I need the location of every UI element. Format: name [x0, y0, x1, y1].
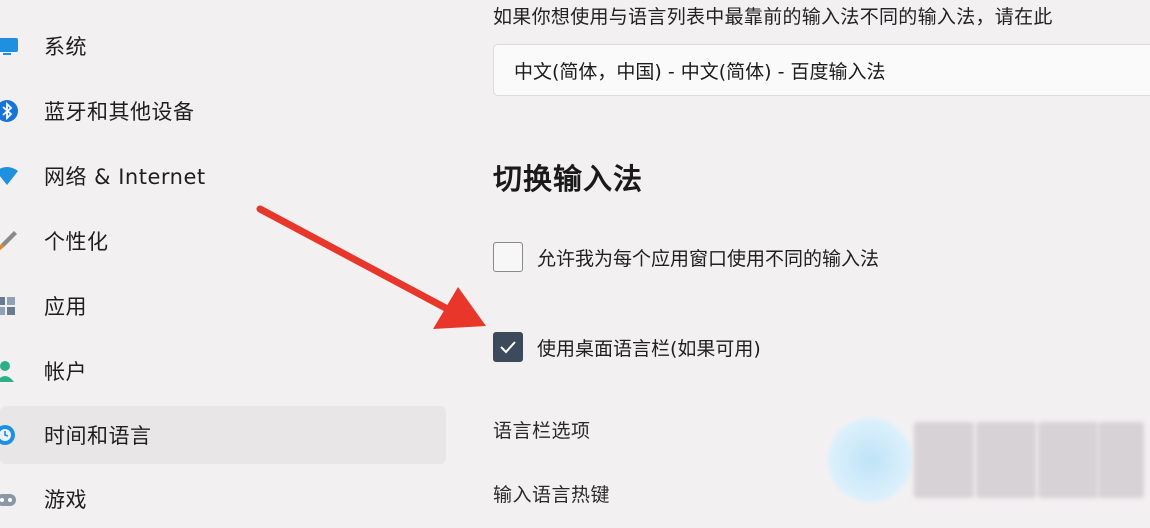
clock-globe-icon: [0, 422, 20, 448]
sidebar-item-label: 应用: [44, 295, 87, 319]
sidebar-item-label: 个性化: [44, 230, 109, 254]
sidebar-item-bluetooth[interactable]: 蓝牙和其他设备: [0, 82, 446, 140]
language-bar-options-link[interactable]: 语言栏选项: [493, 416, 591, 443]
input-language-hotkeys-link[interactable]: 输入语言热键: [493, 480, 610, 507]
sidebar-item-network[interactable]: 网络 & Internet: [0, 147, 446, 205]
desktop-language-bar-label: 使用桌面语言栏(如果可用): [537, 337, 761, 360]
watermark-block: [976, 422, 1036, 498]
sidebar-item-label: 网络 & Internet: [44, 165, 206, 189]
watermark-block: [914, 422, 974, 498]
settings-sidebar: 系统 蓝牙和其他设备 网络 & Internet 个性化 应用 帐户 时间和语言…: [0, 0, 460, 512]
watermark-block: [1038, 422, 1098, 498]
per-app-input-method-checkbox[interactable]: [493, 242, 523, 272]
sidebar-item-apps[interactable]: 应用: [0, 277, 446, 335]
apps-icon: [0, 293, 20, 319]
sidebar-item-label: 蓝牙和其他设备: [44, 100, 195, 124]
sidebar-item-label: 游戏: [44, 488, 87, 512]
watermark-logo-icon: [828, 418, 912, 502]
per-app-input-method-option[interactable]: 允许我为每个应用窗口使用不同的输入法: [493, 240, 879, 274]
wifi-icon: [0, 163, 20, 189]
override-input-method-hint: 如果你想使用与语言列表中最靠前的输入法不同的输入法，请在此: [493, 6, 1053, 28]
monitor-icon: [0, 33, 20, 59]
person-icon: [0, 358, 20, 384]
select-value: 中文(简体，中国) - 中文(简体) - 百度输入法: [514, 60, 886, 83]
watermark-block: [1098, 422, 1144, 498]
per-app-input-method-label: 允许我为每个应用窗口使用不同的输入法: [537, 247, 880, 270]
desktop-language-bar-option[interactable]: 使用桌面语言栏(如果可用): [493, 330, 761, 364]
sidebar-item-label: 系统: [44, 35, 87, 59]
desktop-language-bar-checkbox[interactable]: [493, 332, 523, 362]
switch-input-method-heading: 切换输入法: [493, 162, 644, 196]
brush-icon: [0, 228, 20, 254]
sidebar-item-system[interactable]: 系统: [0, 17, 446, 75]
gamepad-icon: [0, 486, 20, 512]
sidebar-item-accounts[interactable]: 帐户: [0, 342, 446, 400]
checkmark-icon: [500, 341, 516, 354]
watermark: [826, 418, 1150, 508]
sidebar-item-label: 帐户: [44, 360, 87, 384]
default-input-method-select[interactable]: 中文(简体，中国) - 中文(简体) - 百度输入法: [493, 44, 1150, 96]
sidebar-item-gaming[interactable]: 游戏: [0, 470, 446, 528]
sidebar-item-personalization[interactable]: 个性化: [0, 212, 446, 270]
sidebar-item-label: 时间和语言: [44, 424, 152, 448]
sidebar-item-time-language[interactable]: 时间和语言: [0, 406, 446, 464]
bluetooth-icon: [0, 98, 20, 124]
